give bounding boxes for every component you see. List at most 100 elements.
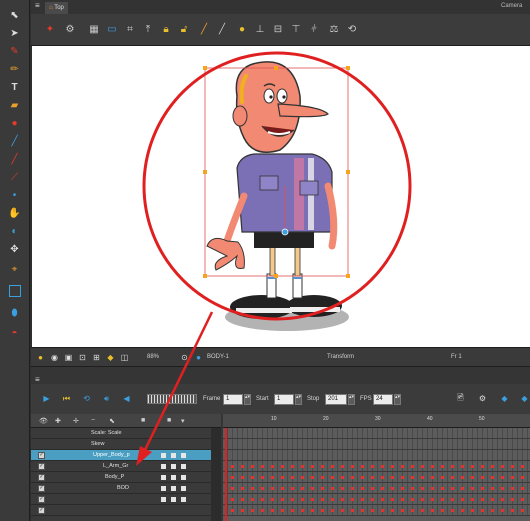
keyframe-marker[interactable] <box>291 476 294 479</box>
keyframe-marker[interactable] <box>411 509 414 512</box>
delete-layer-icon[interactable]: − <box>91 417 95 424</box>
keyframe-marker[interactable] <box>401 476 404 479</box>
line-tool-icon[interactable]: ╱ <box>215 22 229 36</box>
layer-camera-toggle[interactable] <box>181 453 186 458</box>
keyframe-marker[interactable] <box>281 487 284 490</box>
keyframe-marker[interactable] <box>441 509 444 512</box>
layer-camera-toggle[interactable] <box>181 497 186 502</box>
keyframe-marker[interactable] <box>271 476 274 479</box>
keyframe-marker[interactable] <box>371 498 374 501</box>
add-peg-icon[interactable]: ✛ <box>73 417 79 425</box>
keyframe-marker[interactable] <box>471 509 474 512</box>
lock-icon[interactable]: 🔒︎ <box>159 22 173 36</box>
keyframe-marker[interactable] <box>471 487 474 490</box>
keyframe-marker[interactable] <box>241 487 244 490</box>
unlock-icon[interactable]: 🔓︎ <box>177 22 191 36</box>
layer-lock-toggle[interactable] <box>171 486 176 491</box>
keyframe-marker[interactable] <box>361 465 364 468</box>
keyframe-marker[interactable] <box>321 487 324 490</box>
keyframe-marker[interactable] <box>431 476 434 479</box>
settings-gear-icon[interactable]: ⚙ <box>63 22 77 36</box>
layer-color-swatch[interactable] <box>161 453 166 458</box>
keyframe-marker[interactable] <box>341 498 344 501</box>
keyframe-marker[interactable] <box>461 509 464 512</box>
keyframe-marker[interactable] <box>251 465 254 468</box>
ink-icon[interactable]: ⬮ <box>6 306 23 320</box>
keyframe-marker[interactable] <box>481 487 484 490</box>
keyframe-marker[interactable] <box>391 465 394 468</box>
keyframe-marker[interactable] <box>431 487 434 490</box>
start-stepper[interactable]: ▴▾ <box>295 394 302 405</box>
keyframe-marker[interactable] <box>511 465 514 468</box>
keyframe-marker[interactable] <box>431 465 434 468</box>
keyframe-marker[interactable] <box>291 509 294 512</box>
keyframe-marker[interactable] <box>241 498 244 501</box>
keyframe-marker[interactable] <box>501 476 504 479</box>
keyframe-marker[interactable] <box>501 465 504 468</box>
keyframe-marker[interactable] <box>311 476 314 479</box>
keyframe-marker[interactable] <box>321 476 324 479</box>
keyframe-marker[interactable] <box>451 465 454 468</box>
keyframe-marker[interactable] <box>381 509 384 512</box>
keyframe-marker[interactable] <box>491 509 494 512</box>
keyframe-marker[interactable] <box>371 465 374 468</box>
keyframe-marker[interactable] <box>251 509 254 512</box>
keyframe-marker[interactable] <box>281 498 284 501</box>
field-guide-icon[interactable]: ⌗ <box>123 22 137 36</box>
keyframe-marker[interactable] <box>271 487 274 490</box>
keyframe-marker[interactable] <box>461 498 464 501</box>
keyframe-marker[interactable] <box>521 498 524 501</box>
keyframe-marker[interactable] <box>341 465 344 468</box>
keyframe-marker[interactable] <box>441 476 444 479</box>
rotate-view-icon[interactable]: ⟲ <box>345 22 359 36</box>
layer-camera-toggle[interactable] <box>181 475 186 480</box>
keyframe-marker[interactable] <box>401 498 404 501</box>
keyframe-marker[interactable] <box>401 509 404 512</box>
keyframe-marker[interactable] <box>371 487 374 490</box>
keyframe-marker[interactable] <box>251 498 254 501</box>
keyframe-marker[interactable] <box>491 487 494 490</box>
render-icon[interactable]: ◆ <box>105 352 116 363</box>
keyframe-marker[interactable] <box>401 487 404 490</box>
keyframe-marker[interactable] <box>421 498 424 501</box>
layer-row[interactable]: Skew <box>31 439 211 450</box>
distribute-icon[interactable]: ⫩ <box>307 22 321 36</box>
keyframe-marker[interactable] <box>411 498 414 501</box>
flip-icon[interactable]: ⚖ <box>327 22 341 36</box>
zoom-level[interactable]: 88% <box>147 354 159 360</box>
frame-ruler[interactable]: 10 20 30 40 50 <box>223 414 530 428</box>
xsheet-grid[interactable] <box>223 428 530 521</box>
keyframe-marker[interactable] <box>381 465 384 468</box>
xsheet-row[interactable] <box>223 450 530 461</box>
keyframe-marker[interactable] <box>431 498 434 501</box>
layer-row[interactable]: ✓ <box>31 494 211 505</box>
keyframe-marker[interactable] <box>391 498 394 501</box>
first-frame-icon[interactable]: ⏮ <box>61 393 72 404</box>
brush-icon[interactable]: ✎ <box>6 44 23 58</box>
xsheet-row[interactable] <box>223 505 530 516</box>
layer-lock-toggle[interactable] <box>171 453 176 458</box>
keyframe-marker[interactable] <box>411 465 414 468</box>
image-icon[interactable]: 🖻︎ <box>455 393 466 404</box>
safe-area-icon[interactable]: ▭ <box>105 22 119 36</box>
keyframe-marker[interactable] <box>341 487 344 490</box>
layer-scrollbar[interactable] <box>211 428 221 521</box>
keyframe-marker[interactable] <box>331 487 334 490</box>
animate-icon[interactable]: ✦ <box>43 22 57 36</box>
layer-color-icon[interactable]: ■ <box>141 417 145 424</box>
keyframe-marker[interactable] <box>421 476 424 479</box>
layer-row[interactable]: ✓ BOD <box>31 483 211 494</box>
stop-stepper[interactable]: ▴▾ <box>348 394 355 405</box>
lock-column-icon[interactable]: ■ <box>167 417 171 424</box>
layer-color-swatch[interactable] <box>161 475 166 480</box>
contour-editor-icon[interactable]: ➤ <box>6 26 23 40</box>
keyframe-marker[interactable] <box>371 476 374 479</box>
keyframe-marker[interactable] <box>471 498 474 501</box>
layer-color-swatch[interactable] <box>161 497 166 502</box>
layer-props-icon[interactable]: ⬉ <box>109 417 115 425</box>
eraser-icon[interactable]: ▰ <box>6 98 23 112</box>
keyframe-marker[interactable] <box>441 487 444 490</box>
frame-stepper[interactable]: ▴▾ <box>244 394 251 405</box>
xsheet-row[interactable] <box>223 428 530 439</box>
keyframe-marker[interactable] <box>261 498 264 501</box>
